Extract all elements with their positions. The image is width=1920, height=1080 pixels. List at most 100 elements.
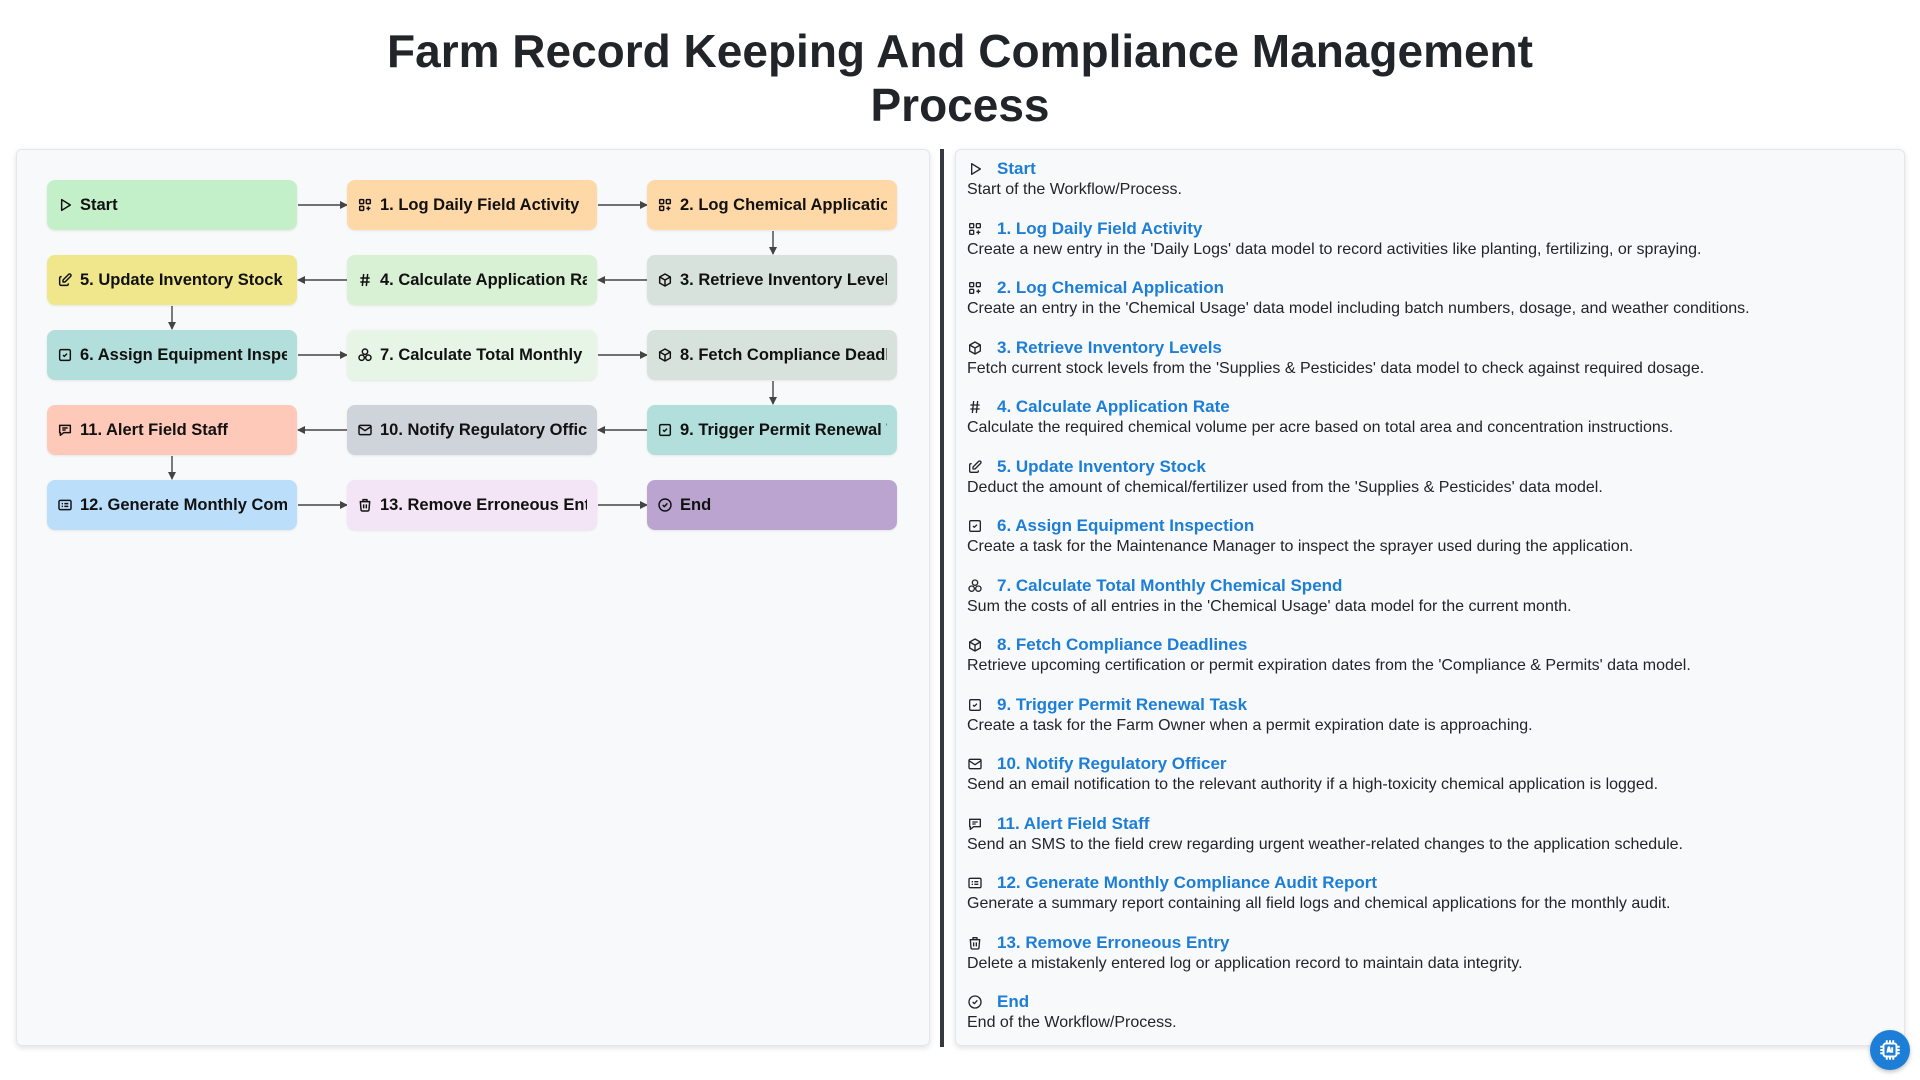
message-icon	[57, 422, 73, 438]
step-title[interactable]: 9. Trigger Permit Renewal Task	[997, 695, 1247, 715]
step-notify-regulatory-officer: 10. Notify Regulatory Officer Send an em…	[967, 754, 1887, 795]
hash-icon	[357, 272, 373, 288]
step-description: Sum the costs of all entries in the 'Che…	[967, 598, 1572, 615]
play-icon	[967, 161, 983, 177]
node-trigger-permit-renewal-task[interactable]: 9. Trigger Permit Renewal Task	[647, 405, 897, 455]
mail-icon	[967, 756, 983, 772]
step-description: End of the Workflow/Process.	[967, 1014, 1177, 1031]
step-log-daily-field-activity: 1. Log Daily Field Activity Create a new…	[967, 219, 1887, 260]
node-log-chemical-application[interactable]: 2. Log Chemical Application	[647, 180, 897, 230]
step-description: Calculate the required chemical volume p…	[967, 419, 1674, 436]
node-label: 2. Log Chemical Application	[680, 195, 887, 214]
step-title[interactable]: 1. Log Daily Field Activity	[997, 219, 1202, 239]
node-alert-field-staff[interactable]: 11. Alert Field Staff	[47, 405, 297, 455]
checkbox-icon	[967, 697, 983, 713]
title-line-1: Farm Record Keeping And Compliance Manag…	[387, 25, 1533, 77]
checkbox-icon	[967, 518, 983, 534]
node-retrieve-inventory-levels[interactable]: 3. Retrieve Inventory Levels	[647, 255, 897, 305]
step-title[interactable]: 13. Remove Erroneous Entry	[997, 933, 1229, 953]
step-title[interactable]: 11. Alert Field Staff	[997, 814, 1149, 834]
apps-plus-icon	[657, 197, 673, 213]
step-description: Create a task for the Maintenance Manage…	[967, 538, 1634, 555]
ai-assistant-button[interactable]	[1870, 1030, 1910, 1070]
title-line-2: Process	[870, 79, 1050, 131]
box-icon	[657, 347, 673, 363]
step-title[interactable]: 4. Calculate Application Rate	[997, 397, 1230, 417]
node-calculate-application-rate[interactable]: 4. Calculate Application Rate	[347, 255, 597, 305]
checkbox-icon	[657, 422, 673, 438]
node-label: 4. Calculate Application Rate	[380, 270, 587, 289]
hash-icon	[967, 399, 983, 415]
step-start: Start Start of the Workflow/Process.	[967, 159, 1887, 200]
edit-icon	[967, 459, 983, 475]
node-end[interactable]: End	[647, 480, 897, 530]
message-icon	[967, 816, 983, 832]
node-label: 13. Remove Erroneous Entry	[380, 495, 587, 514]
step-description: Fetch current stock levels from the 'Sup…	[967, 360, 1705, 377]
trash-icon	[357, 497, 373, 513]
node-label: 3. Retrieve Inventory Levels	[680, 270, 887, 289]
step-trigger-permit-renewal-task: 9. Trigger Permit Renewal Task Create a …	[967, 695, 1887, 736]
mail-icon	[357, 422, 373, 438]
checkbox-icon	[57, 347, 73, 363]
step-end: End End of the Workflow/Process.	[967, 992, 1887, 1033]
step-description: Create an entry in the 'Chemical Usage' …	[967, 300, 1750, 317]
node-assign-equipment-inspection[interactable]: 6. Assign Equipment Inspection	[47, 330, 297, 380]
node-fetch-compliance-deadlines[interactable]: 8. Fetch Compliance Deadlines	[647, 330, 897, 380]
check-circle-icon	[967, 994, 983, 1010]
check-circle-icon	[657, 497, 673, 513]
box-icon	[657, 272, 673, 288]
edit-icon	[57, 272, 73, 288]
node-notify-regulatory-officer[interactable]: 10. Notify Regulatory Officer	[347, 405, 597, 455]
step-remove-erroneous-entry: 13. Remove Erroneous Entry Delete a mist…	[967, 933, 1887, 974]
step-title[interactable]: 12. Generate Monthly Compliance Audit Re…	[997, 873, 1377, 893]
node-start[interactable]: Start	[47, 180, 297, 230]
trash-icon	[967, 935, 983, 951]
step-description: Start of the Workflow/Process.	[967, 181, 1182, 198]
step-calculate-total-monthly-chemical-spend: 7. Calculate Total Monthly Chemical Spen…	[967, 576, 1887, 617]
node-label: 8. Fetch Compliance Deadlines	[680, 345, 887, 364]
step-title[interactable]: 5. Update Inventory Stock	[997, 457, 1206, 477]
node-label: 11. Alert Field Staff	[80, 420, 228, 439]
node-label: 10. Notify Regulatory Officer	[380, 420, 587, 439]
report-icon	[57, 497, 73, 513]
page-title: Farm Record Keeping And Compliance Manag…	[0, 24, 1920, 132]
step-generate-monthly-compliance-audit-report: 12. Generate Monthly Compliance Audit Re…	[967, 873, 1887, 914]
node-remove-erroneous-entry[interactable]: 13. Remove Erroneous Entry	[347, 480, 597, 530]
node-label: 5. Update Inventory Stock	[80, 270, 283, 289]
node-label: 6. Assign Equipment Inspection	[80, 345, 287, 364]
step-title[interactable]: 6. Assign Equipment Inspection	[997, 516, 1254, 536]
step-title[interactable]: End	[997, 992, 1029, 1012]
step-alert-field-staff: 11. Alert Field Staff Send an SMS to the…	[967, 814, 1887, 855]
step-title[interactable]: 7. Calculate Total Monthly Chemical Spen…	[997, 576, 1342, 596]
step-description: Create a new entry in the 'Daily Logs' d…	[967, 241, 1702, 258]
node-log-daily-field-activity[interactable]: 1. Log Daily Field Activity	[347, 180, 597, 230]
node-label: 7. Calculate Total Monthly Chemical Spen…	[380, 345, 587, 364]
circles-icon	[967, 578, 983, 594]
panel-divider[interactable]	[940, 149, 944, 1047]
step-update-inventory-stock: 5. Update Inventory Stock Deduct the amo…	[967, 457, 1887, 498]
node-label: 1. Log Daily Field Activity	[380, 195, 580, 214]
step-log-chemical-application: 2. Log Chemical Application Create an en…	[967, 278, 1887, 319]
circles-icon	[357, 347, 373, 363]
node-update-inventory-stock[interactable]: 5. Update Inventory Stock	[47, 255, 297, 305]
node-label: 12. Generate Monthly Compliance Audit Re…	[80, 495, 287, 514]
node-generate-monthly-compliance-audit-report[interactable]: 12. Generate Monthly Compliance Audit Re…	[47, 480, 297, 530]
step-title[interactable]: 3. Retrieve Inventory Levels	[997, 338, 1222, 358]
step-fetch-compliance-deadlines: 8. Fetch Compliance Deadlines Retrieve u…	[967, 635, 1887, 676]
node-calculate-total-monthly-chemical-spend[interactable]: 7. Calculate Total Monthly Chemical Spen…	[347, 330, 597, 380]
node-label: Start	[80, 195, 118, 214]
step-assign-equipment-inspection: 6. Assign Equipment Inspection Create a …	[967, 516, 1887, 557]
step-description: Send an SMS to the field crew regarding …	[967, 836, 1683, 853]
box-icon	[967, 340, 983, 356]
step-title[interactable]: 2. Log Chemical Application	[997, 278, 1224, 298]
apps-plus-icon	[967, 280, 983, 296]
step-title[interactable]: Start	[997, 159, 1036, 179]
step-description: Generate a summary report containing all…	[967, 895, 1671, 912]
step-title[interactable]: 10. Notify Regulatory Officer	[997, 754, 1227, 774]
apps-plus-icon	[357, 197, 373, 213]
apps-plus-icon	[967, 221, 983, 237]
step-title[interactable]: 8. Fetch Compliance Deadlines	[997, 635, 1247, 655]
report-icon	[967, 875, 983, 891]
step-description: Retrieve upcoming certification or permi…	[967, 657, 1691, 674]
